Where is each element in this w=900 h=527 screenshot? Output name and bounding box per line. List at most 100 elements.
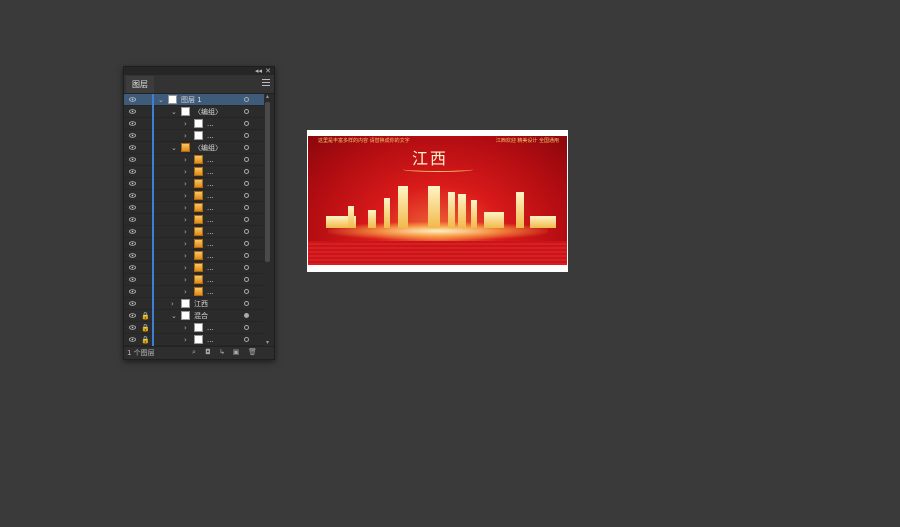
- layer-name[interactable]: ...: [207, 334, 214, 346]
- layer-target-icon[interactable]: [244, 241, 249, 246]
- chevron-down-icon[interactable]: ⌄: [158, 94, 164, 106]
- layer-target-icon[interactable]: [244, 253, 249, 258]
- layer-row[interactable]: › ...: [124, 190, 264, 202]
- visibility-eye-icon[interactable]: [129, 145, 136, 150]
- layer-row[interactable]: › ...: [124, 238, 264, 250]
- chevron-right-icon[interactable]: ›: [184, 166, 187, 178]
- layer-row[interactable]: › ...: [124, 226, 264, 238]
- scroll-thumb[interactable]: [265, 102, 270, 262]
- visibility-eye-icon[interactable]: [129, 109, 136, 114]
- layer-name[interactable]: ...: [207, 322, 214, 334]
- chevron-down-icon[interactable]: ⌄: [171, 310, 177, 322]
- layer-row[interactable]: › ...: [124, 154, 264, 166]
- chevron-down-icon[interactable]: ⌄: [171, 142, 177, 154]
- chevron-right-icon[interactable]: ›: [184, 274, 187, 286]
- make-clipping-mask-icon[interactable]: ◘: [204, 349, 212, 356]
- panel-titlebar[interactable]: ◂◂ ✕: [124, 67, 274, 75]
- artboard[interactable]: 这里是丰富多样的内容 请替换成你的文字 江西欢迎 精美设计 全国通用 江西: [307, 130, 568, 272]
- visibility-eye-icon[interactable]: [129, 301, 136, 306]
- layer-target-icon[interactable]: [244, 289, 249, 294]
- layer-target-icon[interactable]: [244, 181, 249, 186]
- chevron-right-icon[interactable]: ›: [184, 250, 187, 262]
- layer-name[interactable]: ...: [207, 274, 214, 286]
- visibility-eye-icon[interactable]: [129, 325, 136, 330]
- chevron-right-icon[interactable]: ›: [184, 118, 187, 130]
- chevron-right-icon[interactable]: ›: [184, 322, 187, 334]
- collapse-panel-icon[interactable]: ◂◂: [255, 67, 262, 75]
- layer-name[interactable]: 江西: [194, 298, 208, 310]
- layer-row[interactable]: ⌄ 〈编组〉: [124, 106, 264, 118]
- chevron-right-icon[interactable]: ›: [184, 238, 187, 250]
- layer-target-icon[interactable]: [244, 313, 249, 318]
- layer-row[interactable]: › ...: [124, 178, 264, 190]
- layer-name[interactable]: ...: [207, 286, 214, 298]
- chevron-right-icon[interactable]: ›: [184, 178, 187, 190]
- layer-row[interactable]: › ...: [124, 130, 264, 142]
- tab-layers[interactable]: 图层: [126, 76, 154, 93]
- layer-row[interactable]: › ...: [124, 250, 264, 262]
- visibility-eye-icon[interactable]: [129, 313, 136, 318]
- visibility-eye-icon[interactable]: [129, 133, 136, 138]
- visibility-eye-icon[interactable]: [129, 205, 136, 210]
- layer-target-icon[interactable]: [244, 121, 249, 126]
- visibility-eye-icon[interactable]: [129, 217, 136, 222]
- layer-target-icon[interactable]: [244, 277, 249, 282]
- lock-icon[interactable]: 🔒: [141, 324, 150, 332]
- new-layer-icon[interactable]: ▣: [232, 349, 240, 356]
- new-sublayer-icon[interactable]: ↳: [218, 349, 226, 356]
- layer-name[interactable]: ...: [207, 238, 214, 250]
- chevron-right-icon[interactable]: ›: [184, 202, 187, 214]
- visibility-eye-icon[interactable]: [129, 157, 136, 162]
- layer-name[interactable]: ...: [207, 214, 214, 226]
- layer-target-icon[interactable]: [244, 145, 249, 150]
- layer-name[interactable]: ...: [207, 190, 214, 202]
- scroll-up-icon[interactable]: ▴: [264, 94, 271, 100]
- layer-name[interactable]: 图层 1: [181, 94, 202, 106]
- layer-row[interactable]: 🔒 › ...: [124, 334, 264, 346]
- chevron-right-icon[interactable]: ›: [171, 298, 174, 310]
- layer-target-icon[interactable]: [244, 217, 249, 222]
- layer-target-icon[interactable]: [244, 205, 249, 210]
- layer-row[interactable]: › ...: [124, 214, 264, 226]
- visibility-eye-icon[interactable]: [129, 229, 136, 234]
- layer-row[interactable]: 🔒 ⌄ 混合: [124, 310, 264, 322]
- visibility-eye-icon[interactable]: [129, 169, 136, 174]
- layer-target-icon[interactable]: [244, 265, 249, 270]
- layer-row[interactable]: › ...: [124, 118, 264, 130]
- layer-target-icon[interactable]: [244, 325, 249, 330]
- layer-target-icon[interactable]: [244, 337, 249, 342]
- layer-name[interactable]: ...: [207, 130, 214, 142]
- visibility-eye-icon[interactable]: [129, 97, 136, 102]
- visibility-eye-icon[interactable]: [129, 193, 136, 198]
- layer-name[interactable]: ...: [207, 226, 214, 238]
- chevron-right-icon[interactable]: ›: [184, 226, 187, 238]
- chevron-right-icon[interactable]: ›: [184, 214, 187, 226]
- layer-target-icon[interactable]: [244, 109, 249, 114]
- chevron-down-icon[interactable]: ⌄: [171, 106, 177, 118]
- chevron-right-icon[interactable]: ›: [184, 286, 187, 298]
- layer-row[interactable]: 🔒 › ...: [124, 322, 264, 334]
- layer-name[interactable]: ...: [207, 154, 214, 166]
- visibility-eye-icon[interactable]: [129, 337, 136, 342]
- layer-row[interactable]: › ...: [124, 202, 264, 214]
- visibility-eye-icon[interactable]: [129, 289, 136, 294]
- layer-name[interactable]: ...: [207, 250, 214, 262]
- layer-row[interactable]: › ...: [124, 262, 264, 274]
- layer-row[interactable]: › ...: [124, 274, 264, 286]
- jiangxi-banner-artwork[interactable]: 这里是丰富多样的内容 请替换成你的文字 江西欢迎 精美设计 全国通用 江西: [308, 136, 567, 265]
- chevron-right-icon[interactable]: ›: [184, 154, 187, 166]
- chevron-right-icon[interactable]: ›: [184, 334, 187, 346]
- lock-icon[interactable]: 🔒: [141, 312, 150, 320]
- layer-target-icon[interactable]: [244, 193, 249, 198]
- layer-target-icon[interactable]: [244, 157, 249, 162]
- layer-target-icon[interactable]: [244, 301, 249, 306]
- visibility-eye-icon[interactable]: [129, 181, 136, 186]
- layer-row[interactable]: › ...: [124, 166, 264, 178]
- chevron-right-icon[interactable]: ›: [184, 262, 187, 274]
- layer-target-icon[interactable]: [244, 133, 249, 138]
- layer-name[interactable]: ...: [207, 118, 214, 130]
- panel-menu-icon[interactable]: [262, 79, 270, 87]
- layer-target-icon[interactable]: [244, 169, 249, 174]
- layer-name[interactable]: 〈编组〉: [194, 106, 222, 118]
- visibility-eye-icon[interactable]: [129, 265, 136, 270]
